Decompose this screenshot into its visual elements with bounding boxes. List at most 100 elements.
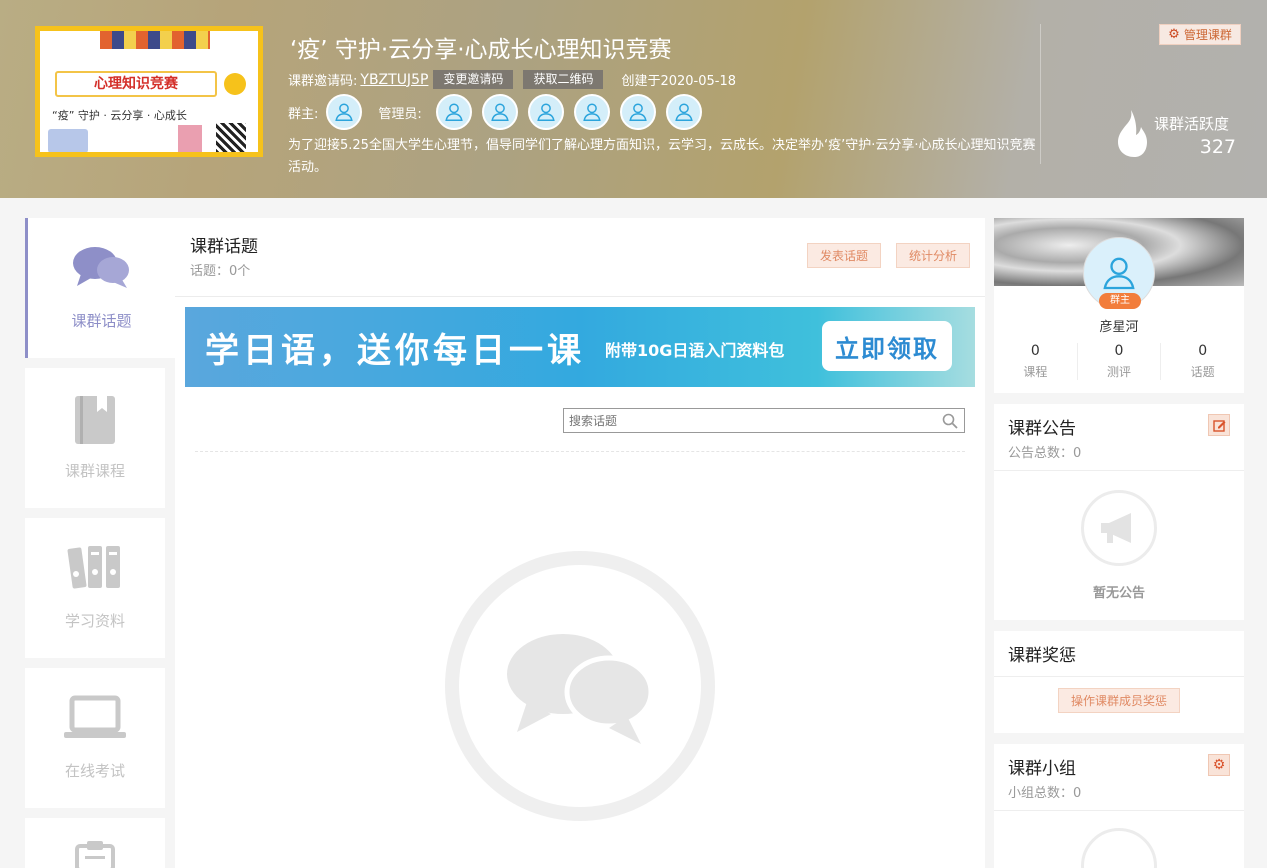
owner-label: 群主: xyxy=(288,106,319,122)
admin-avatar[interactable] xyxy=(481,94,518,130)
stat-value: 0 xyxy=(1198,343,1208,359)
book-illustration xyxy=(48,129,88,152)
group-settings-button[interactable]: ⚙ xyxy=(1208,754,1230,776)
search-icon[interactable] xyxy=(942,413,958,429)
change-code-button[interactable]: 变更邀请码 xyxy=(433,70,514,89)
course-group-header: 心理知识竞赛 “疫” 守护 · 云分享 · 心成长 ‘疫’ 守护·云分享·心成长… xyxy=(0,0,1267,198)
stat-label: 课程 xyxy=(1023,365,1048,379)
topics-panel: 课群话题 话题：0个 发表话题 统计分析 学日语，送你每日一课 附带10G日语入… xyxy=(175,218,985,868)
divider xyxy=(994,676,1244,677)
house-illustration xyxy=(178,125,202,152)
user-icon xyxy=(335,103,354,121)
ad-banner[interactable]: 学日语，送你每日一课 附带10G日语入门资料包 立即领取 xyxy=(185,307,975,387)
groups-title: 课群小组 xyxy=(1008,759,1076,779)
owner-badge: 群主 xyxy=(1099,293,1141,309)
nav-label: 课群课程 xyxy=(64,462,125,480)
user-icon xyxy=(629,103,647,121)
gear-icon: ⚙ xyxy=(1168,27,1180,42)
chat-bubbles-icon xyxy=(28,244,175,292)
manage-group-button[interactable]: ⚙ 管理课群 xyxy=(1159,24,1241,45)
admin-avatar[interactable] xyxy=(527,94,564,130)
nav-item-exams[interactable]: 在线考试 xyxy=(25,668,165,808)
owner-profile-card: 群主 彦星河 0 课程 0 测评 0 话题 xyxy=(994,218,1244,393)
cover-decoration xyxy=(100,31,210,49)
rewards-button[interactable]: 操作课群成员奖惩 xyxy=(1058,688,1180,713)
banner-headline: 学日语，送你每日一课 xyxy=(205,331,585,371)
binders-icon xyxy=(25,544,165,590)
nav-item-materials[interactable]: 学习资料 xyxy=(25,518,165,658)
stat-value: 0 xyxy=(1114,343,1124,359)
manage-group-label: 管理课群 xyxy=(1183,28,1232,42)
owner-name: 彦星河 xyxy=(1099,320,1139,335)
header-divider xyxy=(1040,24,1041,164)
nav-item-more[interactable] xyxy=(25,818,165,868)
gear-icon: ⚙ xyxy=(1212,757,1226,773)
sun-icon xyxy=(224,73,246,95)
stat-assessments[interactable]: 0 测评 xyxy=(1078,343,1162,380)
search-input[interactable] xyxy=(564,409,934,432)
profile-stats: 0 课程 0 测评 0 话题 xyxy=(994,343,1244,380)
topic-search-box xyxy=(563,408,965,433)
nav-label: 在线考试 xyxy=(64,762,125,780)
nav-label: 学习资料 xyxy=(64,612,125,630)
invite-label: 课群邀请码: xyxy=(288,74,358,89)
stat-topics[interactable]: 0 话题 xyxy=(1161,343,1244,380)
nav-item-courses[interactable]: 课群课程 xyxy=(25,368,165,508)
nav-label: 课群话题 xyxy=(71,312,132,330)
group-title: ‘疫’ 守护·云分享·心成长心理知识竞赛 xyxy=(290,37,672,63)
created-date: 创建于2020-05-18 xyxy=(621,74,737,89)
activity-label: 课群活跃度 xyxy=(1154,115,1230,133)
announcement-count: 公告总数：0 xyxy=(1008,446,1082,461)
announcement-card: 课群公告 公告总数：0 暂无公告 xyxy=(994,404,1244,620)
edit-announcement-button[interactable] xyxy=(1208,414,1230,436)
groups-card: 课群小组 小组总数：0 ⚙ xyxy=(994,744,1244,868)
user-icon xyxy=(1103,257,1135,290)
empty-state-illustration xyxy=(445,551,715,821)
book-icon xyxy=(25,394,165,446)
post-topic-button[interactable]: 发表话题 xyxy=(807,243,881,268)
qr-code-image xyxy=(216,123,246,152)
cover-title: 心理知识竞赛 xyxy=(55,71,217,97)
members-row: 群主: 管理员: xyxy=(288,94,712,130)
flame-icon xyxy=(1118,110,1147,157)
divider xyxy=(994,470,1244,471)
cover-subtitle: “疫” 守护 · 云分享 · 心成长 xyxy=(52,109,187,122)
divider xyxy=(175,296,985,297)
group-description: 为了迎接5.25全国大学生心理节，倡导同学们了解心理方面知识，云学习，云成长。决… xyxy=(288,138,1036,175)
topics-count: 话题：0个 xyxy=(190,264,251,279)
admin-avatar[interactable] xyxy=(573,94,610,130)
stat-label: 话题 xyxy=(1190,365,1215,379)
admin-avatar[interactable] xyxy=(435,94,472,130)
stat-value: 0 xyxy=(1030,343,1040,359)
banner-cta-button[interactable]: 立即领取 xyxy=(822,321,952,371)
invite-code[interactable]: YBZTUJ5P xyxy=(360,72,428,88)
groups-count: 小组总数：0 xyxy=(1008,786,1082,801)
rewards-card: 课群奖惩 操作课群成员奖惩 xyxy=(994,631,1244,733)
user-icon xyxy=(583,103,601,121)
nav-item-topics[interactable]: 课群话题 xyxy=(25,218,175,358)
megaphone-icon xyxy=(1081,490,1157,566)
user-icon xyxy=(491,103,509,121)
empty-announcement-text: 暂无公告 xyxy=(1092,586,1145,601)
edit-icon xyxy=(1212,419,1225,432)
banner-subtext: 附带10G日语入门资料包 xyxy=(605,341,785,360)
clipboard-icon xyxy=(25,840,165,868)
divider xyxy=(195,451,965,452)
user-icon xyxy=(537,103,555,121)
chat-bubbles-icon xyxy=(507,634,654,744)
divider xyxy=(994,810,1244,811)
invite-row: 课群邀请码: YBZTUJ5P 变更邀请码 获取二维码 创建于2020-05-1… xyxy=(288,70,736,89)
user-icon xyxy=(675,103,693,121)
get-qr-button[interactable]: 获取二维码 xyxy=(523,70,604,89)
statistics-button[interactable]: 统计分析 xyxy=(896,243,970,268)
admin-label: 管理员: xyxy=(378,106,422,122)
laptop-icon xyxy=(25,694,165,740)
rewards-title: 课群奖惩 xyxy=(1008,646,1076,666)
group-empty-icon xyxy=(1081,828,1157,868)
admin-avatar[interactable] xyxy=(619,94,656,130)
stat-courses[interactable]: 0 课程 xyxy=(994,343,1078,380)
user-icon xyxy=(445,103,463,121)
topics-title: 课群话题 xyxy=(190,237,258,257)
owner-avatar[interactable] xyxy=(326,94,363,130)
admin-avatar[interactable] xyxy=(665,94,702,130)
